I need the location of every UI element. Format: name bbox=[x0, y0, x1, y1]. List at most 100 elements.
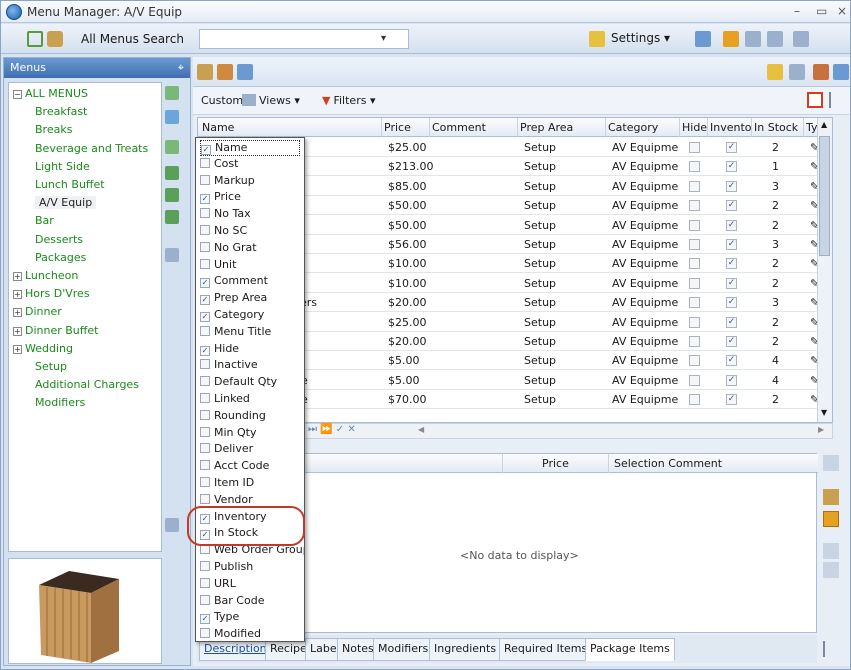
add-item-icon[interactable] bbox=[197, 64, 213, 80]
chooser-icon[interactable] bbox=[807, 92, 823, 108]
inventory-checkbox[interactable]: ✓ bbox=[726, 200, 737, 212]
unchecked-checkbox[interactable] bbox=[200, 577, 210, 588]
tree-item[interactable]: + Dinner Buffet bbox=[13, 324, 98, 337]
hide-checkbox[interactable] bbox=[689, 336, 700, 347]
column-option[interactable]: Acct Code bbox=[200, 459, 269, 475]
checked-checkbox[interactable]: ✓ bbox=[201, 145, 211, 155]
column-option[interactable]: ✓ Name bbox=[200, 140, 300, 156]
hide-checkbox[interactable] bbox=[689, 297, 700, 309]
tree-item[interactable]: + Wedding bbox=[13, 342, 73, 355]
checked-checkbox[interactable]: ✓ bbox=[200, 614, 210, 625]
hide-checkbox[interactable] bbox=[689, 180, 700, 192]
tree-item[interactable]: Bar bbox=[35, 214, 54, 227]
detail-grid-icon[interactable] bbox=[823, 543, 839, 559]
expand-icon[interactable]: + bbox=[13, 272, 22, 281]
tab-modifiers[interactable]: Modifiers bbox=[373, 638, 434, 661]
preview-icon[interactable] bbox=[165, 518, 179, 532]
tab-package-items[interactable]: Package Items bbox=[585, 638, 675, 661]
unchecked-checkbox[interactable] bbox=[200, 174, 210, 185]
print-item-icon[interactable] bbox=[789, 64, 805, 80]
grid-icon[interactable] bbox=[745, 31, 761, 47]
unchecked-checkbox[interactable] bbox=[200, 208, 210, 219]
detail-settings-icon[interactable] bbox=[823, 455, 839, 471]
column-option[interactable]: Deliver bbox=[200, 442, 253, 458]
column-option[interactable]: ✓ Category bbox=[200, 308, 264, 324]
inventory-checkbox[interactable]: ✓ bbox=[726, 180, 737, 192]
unchecked-checkbox[interactable] bbox=[200, 493, 210, 504]
export-icon[interactable] bbox=[793, 31, 809, 47]
collapse-icon[interactable]: − bbox=[13, 90, 22, 99]
column-option[interactable]: Markup bbox=[200, 174, 255, 190]
inventory-checkbox[interactable]: ✓ bbox=[726, 219, 737, 231]
edit-menu-side-icon[interactable] bbox=[165, 110, 179, 124]
column-option[interactable]: Linked bbox=[200, 392, 250, 408]
settings-list-icon[interactable] bbox=[829, 92, 843, 108]
add-menu-icon[interactable] bbox=[165, 86, 179, 100]
tree-item[interactable]: Beverage and Treats bbox=[35, 142, 148, 155]
move-icon[interactable] bbox=[165, 210, 179, 224]
checked-checkbox[interactable]: ✓ bbox=[200, 194, 210, 205]
col-header-invento[interactable]: Invento bbox=[710, 121, 752, 134]
unchecked-checkbox[interactable] bbox=[200, 628, 210, 639]
column-option[interactable]: ✓ Price bbox=[200, 190, 241, 206]
report-icon[interactable] bbox=[813, 64, 829, 80]
close-button[interactable]: × bbox=[837, 4, 847, 18]
settings-button[interactable]: Settings ▾ bbox=[611, 31, 670, 45]
hide-checkbox[interactable] bbox=[689, 161, 700, 173]
column-option[interactable]: Modified bbox=[200, 627, 261, 641]
hide-checkbox[interactable] bbox=[689, 142, 700, 153]
column-option[interactable]: Item ID bbox=[200, 476, 254, 492]
col-header-price[interactable]: Price bbox=[384, 121, 411, 134]
inventory-checkbox[interactable]: ✓ bbox=[726, 258, 737, 270]
inventory-checkbox[interactable]: ✓ bbox=[726, 336, 737, 347]
detail-calendar-icon[interactable] bbox=[823, 511, 839, 527]
col-header-comment[interactable]: Comment bbox=[432, 121, 486, 134]
pin-icon[interactable]: ⌖ bbox=[178, 61, 184, 75]
checked-checkbox[interactable]: ✓ bbox=[200, 345, 210, 356]
tree-item[interactable]: + Dinner bbox=[13, 305, 62, 318]
tree-item[interactable]: Modifiers bbox=[35, 396, 85, 409]
column-option[interactable]: Publish bbox=[200, 560, 253, 576]
hide-checkbox[interactable] bbox=[689, 355, 700, 367]
hide-checkbox[interactable] bbox=[689, 258, 700, 270]
column-option[interactable]: Bar Code bbox=[200, 594, 264, 610]
outdent-icon[interactable] bbox=[165, 188, 179, 202]
restore-button[interactable]: ▭ bbox=[816, 4, 827, 18]
column-option[interactable]: ✓ Type bbox=[200, 610, 239, 626]
tree-item[interactable]: Breaks bbox=[35, 123, 72, 136]
column-option[interactable]: No Tax bbox=[200, 207, 251, 223]
tab-required-items[interactable]: Required Items bbox=[499, 638, 593, 661]
inventory-checkbox[interactable]: ✓ bbox=[726, 142, 737, 153]
expand-icon[interactable]: + bbox=[13, 308, 22, 318]
edit-item-icon[interactable] bbox=[217, 64, 233, 80]
minimize-button[interactable]: – bbox=[794, 4, 800, 18]
tree-item[interactable]: Packages bbox=[35, 251, 86, 264]
unchecked-checkbox[interactable] bbox=[200, 460, 210, 471]
tree-item[interactable]: Desserts bbox=[35, 233, 83, 246]
col-header-hide[interactable]: Hide bbox=[682, 121, 707, 134]
column-option[interactable]: Menu Title bbox=[200, 325, 271, 341]
export-item-icon[interactable] bbox=[833, 64, 849, 80]
unchecked-checkbox[interactable] bbox=[200, 241, 210, 252]
col-header-name[interactable]: Name bbox=[202, 121, 234, 134]
unchecked-checkbox[interactable] bbox=[200, 376, 210, 387]
column-option[interactable]: No SC bbox=[200, 224, 247, 240]
inventory-checkbox[interactable]: ✓ bbox=[726, 277, 737, 289]
column-option[interactable]: URL bbox=[200, 577, 236, 593]
col-header-selection-comment[interactable]: Selection Comment bbox=[614, 457, 722, 470]
search-input[interactable]: ▾ bbox=[199, 29, 409, 49]
unchecked-checkbox[interactable] bbox=[200, 409, 210, 420]
column-option[interactable]: ✓ Comment bbox=[200, 274, 268, 290]
unchecked-checkbox[interactable] bbox=[200, 258, 210, 269]
scroll-right-icon[interactable]: ▶ bbox=[818, 425, 824, 434]
grid-vertical-scrollbar[interactable]: ▲ ▼ bbox=[817, 118, 832, 422]
detail-add-icon[interactable] bbox=[823, 489, 839, 505]
col-header-prep-area[interactable]: Prep Area bbox=[520, 121, 573, 134]
calendar-icon[interactable] bbox=[723, 31, 739, 47]
checked-checkbox[interactable]: ✓ bbox=[200, 278, 210, 289]
tree-item[interactable]: Lunch Buffet bbox=[35, 178, 105, 191]
col-header-price[interactable]: Price bbox=[542, 457, 569, 470]
unchecked-checkbox[interactable] bbox=[200, 359, 210, 370]
lock-icon[interactable] bbox=[767, 64, 783, 80]
scroll-left-icon[interactable]: ◀ bbox=[418, 425, 424, 434]
